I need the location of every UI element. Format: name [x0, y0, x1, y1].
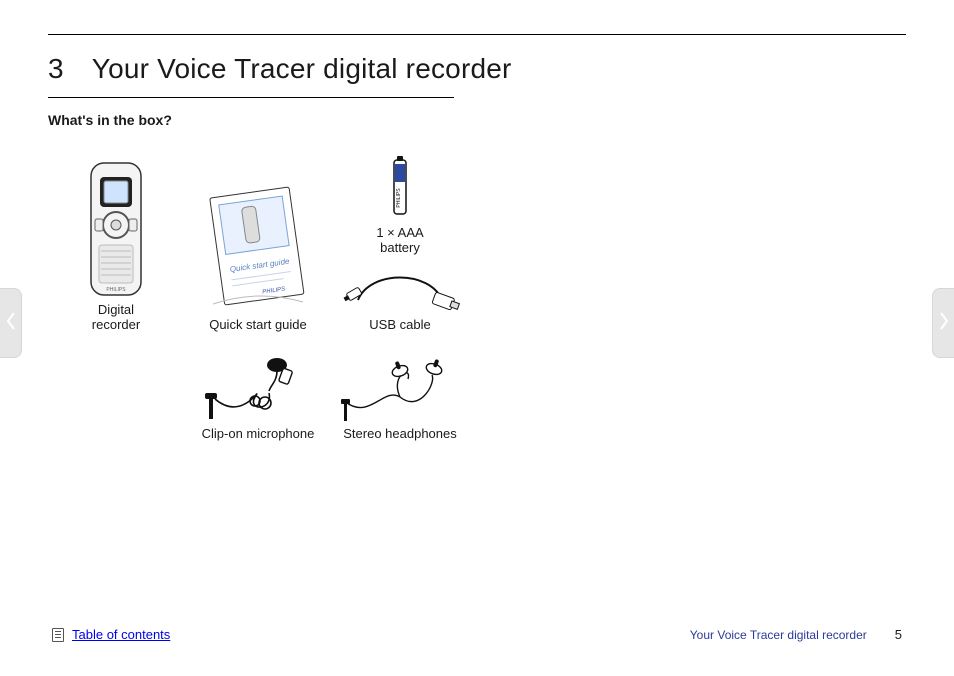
headphones-icon: [340, 353, 460, 423]
digital-recorder-icon: PHILIPS: [85, 159, 147, 299]
battery-icon: PHILIPS: [385, 154, 415, 220]
chevron-left-icon: [6, 312, 16, 335]
item-label: Clip-on microphone: [202, 427, 315, 442]
sub-rule: [48, 97, 454, 98]
top-rule: [48, 34, 906, 35]
footer-right: Your Voice Tracer digital recorder 5: [690, 627, 902, 642]
item-clip-on-microphone: Clip-on microphone: [190, 353, 326, 442]
next-page-button[interactable]: [932, 288, 954, 358]
chevron-right-icon: [939, 312, 949, 335]
item-digital-recorder: PHILIPS Digital recorder: [48, 154, 184, 333]
item-label: Stereo headphones: [343, 427, 456, 442]
item-stereo-headphones: Stereo headphones: [332, 353, 468, 442]
microphone-icon: [203, 353, 313, 423]
table-of-contents-link[interactable]: Table of contents: [52, 627, 170, 642]
page-footer: Table of contents Your Voice Tracer digi…: [48, 627, 906, 642]
item-battery-and-usb: PHILIPS 1 × AAA battery USB cabl: [332, 154, 468, 333]
section-number: 3: [48, 53, 64, 85]
quick-start-guide-icon: Quick start guide PHILIPS: [203, 174, 313, 314]
item-label: Quick start guide: [209, 318, 307, 333]
svg-text:PHILIPS: PHILIPS: [106, 287, 126, 293]
svg-text:PHILIPS: PHILIPS: [396, 188, 402, 208]
grid-spacer: [48, 353, 184, 442]
footer-chapter: Your Voice Tracer digital recorder: [690, 628, 867, 642]
prev-page-button[interactable]: [0, 288, 22, 358]
page-content: 3 Your Voice Tracer digital recorder Wha…: [48, 34, 906, 642]
section-title-text: Your Voice Tracer digital recorder: [92, 53, 512, 85]
footer-page-number: 5: [895, 627, 902, 642]
document-icon: [52, 628, 64, 642]
item-label: USB cable: [369, 318, 430, 333]
usb-cable-icon: [340, 264, 460, 314]
item-label: 1 × AAA battery: [376, 226, 423, 256]
item-label: Digital recorder: [92, 303, 140, 333]
subheading: What's in the box?: [48, 112, 906, 128]
item-quick-start-guide: Quick start guide PHILIPS Quick start gu…: [190, 154, 326, 333]
section-title: 3 Your Voice Tracer digital recorder: [48, 53, 906, 85]
toc-label: Table of contents: [72, 627, 170, 642]
box-contents-grid: PHILIPS Digital recorder Quick start gui…: [48, 154, 468, 442]
